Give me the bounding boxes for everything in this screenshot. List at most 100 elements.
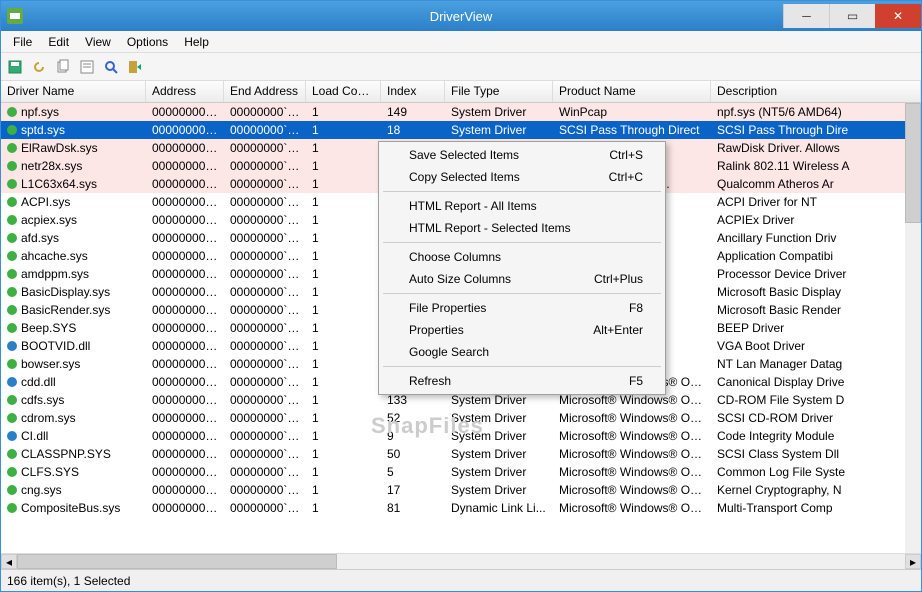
driver-name: BasicRender.sys	[21, 303, 110, 317]
driver-name: BasicDisplay.sys	[21, 285, 110, 299]
menu-item-label: Save Selected Items	[409, 148, 519, 162]
cell-address: 00000000`0...	[146, 104, 224, 120]
refresh-icon[interactable]	[29, 57, 49, 77]
col-load-count[interactable]: Load Count	[306, 81, 381, 102]
exit-icon[interactable]	[125, 57, 145, 77]
cell-load-count: 1	[306, 428, 381, 444]
close-button[interactable]: ✕	[875, 4, 921, 28]
horizontal-scroll-thumb[interactable]	[17, 554, 337, 569]
table-row[interactable]: CLFS.SYS00000000`0...00000000`0...15Syst…	[1, 463, 921, 481]
driver-name: CompositeBus.sys	[21, 501, 120, 515]
context-menu-item[interactable]: HTML Report - Selected Items	[381, 217, 663, 239]
menu-view[interactable]: View	[77, 33, 119, 51]
cell-index: 17	[381, 482, 445, 498]
driver-name: CLFS.SYS	[21, 465, 79, 479]
status-dot-icon	[7, 161, 17, 171]
context-menu-item[interactable]: Save Selected ItemsCtrl+S	[381, 144, 663, 166]
cell-address: 00000000`0...	[146, 392, 224, 408]
cell-end-address: 00000000`0...	[224, 122, 306, 138]
context-menu-item[interactable]: Copy Selected ItemsCtrl+C	[381, 166, 663, 188]
minimize-button[interactable]: ─	[783, 4, 829, 28]
cell-file-type: System Driver	[445, 482, 553, 498]
cell-end-address: 00000000`0...	[224, 356, 306, 372]
cell-product: Microsoft® Windows® Oper...	[553, 500, 711, 516]
vertical-scrollbar[interactable]	[905, 103, 921, 553]
cell-description: npf.sys (NT5/6 AMD64)	[711, 104, 921, 120]
context-menu-item[interactable]: Google Search	[381, 341, 663, 363]
menu-help[interactable]: Help	[176, 33, 217, 51]
table-row[interactable]: CI.dll00000000`0...00000000`0...19System…	[1, 427, 921, 445]
save-icon[interactable]	[5, 57, 25, 77]
col-description[interactable]: Description	[711, 81, 921, 102]
cell-end-address: 00000000`0...	[224, 104, 306, 120]
properties-icon[interactable]	[77, 57, 97, 77]
col-index[interactable]: Index	[381, 81, 445, 102]
cell-index: 18	[381, 122, 445, 138]
table-row[interactable]: cdrom.sys00000000`0...00000000`0...152Sy…	[1, 409, 921, 427]
find-icon[interactable]	[101, 57, 121, 77]
table-row[interactable]: CLASSPNP.SYS00000000`0...00000000`0...15…	[1, 445, 921, 463]
driver-name: cdrom.sys	[21, 411, 76, 425]
table-row[interactable]: npf.sys00000000`0...00000000`0...1149Sys…	[1, 103, 921, 121]
scroll-track[interactable]	[17, 554, 905, 569]
menu-item-label: Copy Selected Items	[409, 170, 520, 184]
scroll-left-arrow[interactable]: ◂	[1, 554, 17, 569]
cell-file-type: System Driver	[445, 122, 553, 138]
driver-name: CI.dll	[21, 429, 48, 443]
vertical-scroll-thumb[interactable]	[905, 103, 921, 223]
status-dot-icon	[7, 323, 17, 333]
menu-separator	[383, 293, 661, 294]
cell-address: 00000000`0...	[146, 284, 224, 300]
table-row[interactable]: CompositeBus.sys00000000`0...00000000`0.…	[1, 499, 921, 517]
menu-file[interactable]: File	[5, 33, 40, 51]
cell-end-address: 00000000`0...	[224, 140, 306, 156]
cell-load-count: 1	[306, 338, 381, 354]
driver-name: L1C63x64.sys	[21, 177, 97, 191]
menu-separator	[383, 191, 661, 192]
scroll-right-arrow[interactable]: ▸	[905, 554, 921, 569]
table-row[interactable]: sptd.sys00000000`0...00000000`0...118Sys…	[1, 121, 921, 139]
col-product-name[interactable]: Product Name	[553, 81, 711, 102]
cell-address: 00000000`0...	[146, 374, 224, 390]
cell-index: 81	[381, 500, 445, 516]
cell-address: 00000000`0...	[146, 500, 224, 516]
cell-address: 00000000`0...	[146, 482, 224, 498]
copy-icon[interactable]	[53, 57, 73, 77]
cell-file-type: System Driver	[445, 464, 553, 480]
cell-address: 00000000`0...	[146, 446, 224, 462]
cell-load-count: 1	[306, 410, 381, 426]
cell-end-address: 00000000`0...	[224, 410, 306, 426]
col-driver-name[interactable]: Driver Name	[1, 81, 146, 102]
driver-name: cng.sys	[21, 483, 62, 497]
cell-description: Ancillary Function Driv	[711, 230, 921, 246]
context-menu-item[interactable]: File PropertiesF8	[381, 297, 663, 319]
menu-edit[interactable]: Edit	[40, 33, 77, 51]
col-end-address[interactable]: End Address	[224, 81, 306, 102]
context-menu-item[interactable]: Choose Columns	[381, 246, 663, 268]
cell-description: Common Log File Syste	[711, 464, 921, 480]
context-menu-item[interactable]: RefreshF5	[381, 370, 663, 392]
menu-options[interactable]: Options	[119, 33, 176, 51]
menubar: File Edit View Options Help	[1, 31, 921, 53]
table-row[interactable]: cng.sys00000000`0...00000000`0...117Syst…	[1, 481, 921, 499]
driver-name: npf.sys	[21, 105, 59, 119]
cell-load-count: 1	[306, 284, 381, 300]
cell-end-address: 00000000`0...	[224, 230, 306, 246]
col-file-type[interactable]: File Type	[445, 81, 553, 102]
cell-address: 00000000`0...	[146, 320, 224, 336]
status-dot-icon	[7, 215, 17, 225]
horizontal-scrollbar[interactable]: ◂ ▸	[1, 553, 921, 569]
cell-end-address: 00000000`0...	[224, 374, 306, 390]
cell-end-address: 00000000`0...	[224, 158, 306, 174]
menu-item-label: Properties	[409, 323, 464, 337]
menu-separator	[383, 366, 661, 367]
menu-item-shortcut: Alt+Enter	[593, 323, 643, 337]
cell-product: Microsoft® Windows® Oper...	[553, 410, 711, 426]
cell-product: Microsoft® Windows® Oper...	[553, 428, 711, 444]
context-menu-item[interactable]: Auto Size ColumnsCtrl+Plus	[381, 268, 663, 290]
status-dot-icon	[7, 431, 17, 441]
context-menu-item[interactable]: Properties Alt+Enter	[381, 319, 663, 341]
context-menu-item[interactable]: HTML Report - All Items	[381, 195, 663, 217]
maximize-button[interactable]: ▭	[829, 4, 875, 28]
col-address[interactable]: Address	[146, 81, 224, 102]
